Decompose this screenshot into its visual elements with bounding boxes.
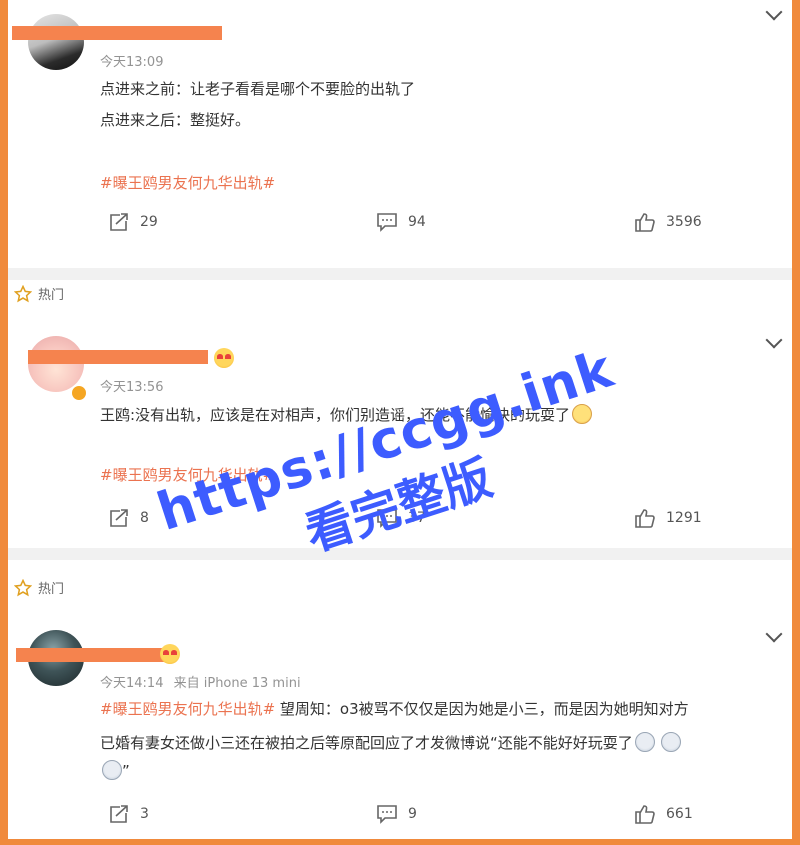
comment-text-content: 王鸥:没有出轨，应该是在对相声，你们别造谣，还能不能愉快的玩耍了 — [100, 406, 571, 424]
repost-button[interactable]: 29 — [108, 212, 158, 232]
comment-time: 今天13:09 — [100, 55, 164, 70]
comment-text-content: 望周知：o3被骂不仅仅是因为她是小三，而是因为她明知对方 — [275, 700, 689, 718]
comment-text: 王鸥:没有出轨，应该是在对相声，你们别造谣，还能不能愉快的玩耍了 — [100, 404, 593, 425]
comment-button[interactable]: 9 — [376, 804, 417, 824]
repost-button[interactable]: 3 — [108, 804, 149, 824]
hot-label: 热门 — [14, 578, 64, 597]
hot-label-text: 热门 — [38, 288, 65, 303]
comment-text-content: ” — [122, 762, 130, 780]
chevron-down-icon[interactable] — [765, 625, 783, 643]
comment-text: 点进来之后：整挺好。 — [100, 111, 251, 129]
repost-button[interactable]: 8 — [108, 508, 149, 528]
crying-emoji — [572, 404, 593, 424]
action-bar: 8 37 1291 — [8, 508, 792, 538]
star-icon — [14, 578, 32, 596]
thumbs-up-icon — [635, 805, 655, 824]
repost-icon — [110, 213, 128, 231]
comment-text-content: 已婚有妻女还做小三还在被拍之后等原配回应了才发微博说“还能不能好好玩耍了 — [100, 734, 633, 752]
comment-icon — [377, 509, 397, 528]
divider — [8, 268, 792, 280]
like-button[interactable]: 3596 — [634, 212, 702, 232]
hot-label-text: 热门 — [38, 582, 65, 597]
hashtag-link[interactable]: #曝王鸥男友何九华出轨# — [100, 700, 275, 718]
comment-time-text: 今天14:14 — [100, 676, 164, 691]
repost-icon — [110, 805, 128, 823]
comment-icon — [377, 805, 397, 824]
comment-source: 来自 iPhone 13 mini — [173, 676, 301, 691]
repost-count: 8 — [140, 510, 149, 526]
comment-card: 今天14:14 来自 iPhone 13 mini #曝王鸥男友何九华出轨# 望… — [8, 610, 792, 839]
love-eyes-emoji — [214, 348, 234, 368]
divider — [8, 548, 792, 560]
comment-feed: 今天13:09 点进来之前：让老子看看是哪个不要脸的出轨了 点进来之后：整挺好。… — [8, 0, 792, 839]
comment-text: 点进来之前：让老子看看是哪个不要脸的出轨了 — [100, 80, 416, 98]
scared-emoji — [634, 732, 655, 752]
like-button[interactable]: 661 — [634, 804, 693, 824]
comment-icon — [377, 213, 397, 232]
hashtag-link[interactable]: #曝王鸥男友何九华出轨# — [100, 172, 275, 193]
comment-card: 今天13:56 王鸥:没有出轨，应该是在对相声，你们别造谣，还能不能愉快的玩耍了… — [8, 312, 792, 538]
star-icon — [14, 284, 32, 302]
like-count: 3596 — [666, 214, 702, 230]
action-bar: 3 9 661 — [8, 804, 792, 834]
love-eyes-emoji — [160, 644, 180, 664]
redacted-username — [28, 350, 208, 364]
comment-text: ” — [100, 760, 130, 780]
like-count: 661 — [666, 806, 693, 822]
comment-card: 今天13:09 点进来之前：让老子看看是哪个不要脸的出轨了 点进来之后：整挺好。… — [8, 0, 792, 268]
repost-count: 29 — [140, 214, 158, 230]
chevron-down-icon[interactable] — [765, 331, 783, 349]
like-button[interactable]: 1291 — [634, 508, 702, 528]
chevron-down-icon[interactable] — [765, 3, 783, 21]
repost-icon — [110, 509, 128, 527]
thumbs-up-icon — [635, 213, 655, 232]
comment-text: 已婚有妻女还做小三还在被拍之后等原配回应了才发微博说“还能不能好好玩耍了 — [100, 732, 681, 753]
verified-badge — [70, 384, 88, 402]
action-bar: 29 94 3596 — [8, 212, 792, 242]
comment-button[interactable]: 37 — [376, 508, 426, 528]
scared-emoji — [660, 732, 681, 752]
redacted-username — [12, 26, 222, 40]
comment-time: 今天13:56 — [100, 380, 164, 395]
hot-label: 热门 — [14, 284, 64, 303]
hashtag-link[interactable]: #曝王鸥男友何九华出轨# — [100, 464, 275, 485]
repost-count: 3 — [140, 806, 149, 822]
comment-time: 今天14:14 来自 iPhone 13 mini — [100, 672, 301, 691]
comment-count: 37 — [408, 510, 426, 526]
thumbs-up-icon — [635, 509, 655, 528]
scared-emoji — [102, 760, 122, 780]
comment-button[interactable]: 94 — [376, 212, 426, 232]
comment-count: 9 — [408, 806, 417, 822]
like-count: 1291 — [666, 510, 702, 526]
redacted-username — [16, 648, 166, 662]
comment-count: 94 — [408, 214, 426, 230]
comment-text: #曝王鸥男友何九华出轨# 望周知：o3被骂不仅仅是因为她是小三，而是因为她明知对… — [100, 698, 689, 719]
avatar[interactable] — [28, 14, 84, 70]
